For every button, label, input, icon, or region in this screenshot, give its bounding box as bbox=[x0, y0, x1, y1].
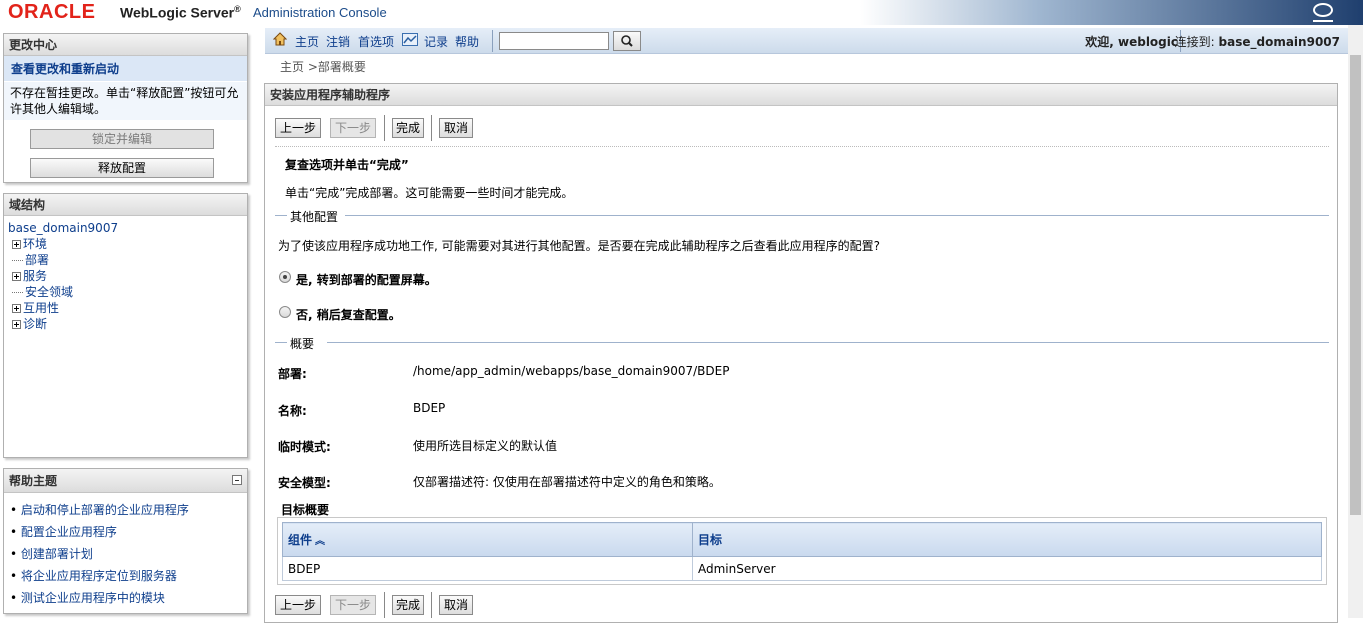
tree-node-deployments[interactable]: 部署 bbox=[8, 252, 243, 268]
radio-no-label[interactable]: 否, 稍后复查配置。 bbox=[296, 306, 401, 323]
button-separator bbox=[384, 115, 385, 141]
summary-value: /home/app_admin/webapps/base_domain9007/… bbox=[413, 364, 730, 378]
search-button[interactable] bbox=[613, 31, 641, 51]
preferences-link[interactable]: 首选项 bbox=[358, 33, 394, 50]
tree-node-security-realms[interactable]: 安全领域 bbox=[8, 284, 243, 300]
next-button[interactable]: 下一步 bbox=[330, 118, 376, 138]
finish-button-bottom[interactable]: 完成 bbox=[392, 595, 424, 615]
cancel-button-bottom[interactable]: 取消 bbox=[439, 595, 473, 615]
additional-config-question: 为了使该应用程序成功地工作, 可能需要对其进行其他配置。是否要在完成此辅助程序之… bbox=[278, 239, 881, 253]
summary-label: 部署: bbox=[278, 367, 307, 381]
help-topics-panel: 帮助主题 启动和停止部署的企业应用程序 配置企业应用程序 创建部署计划 将企业应… bbox=[3, 468, 248, 614]
help-link[interactable]: 帮助 bbox=[455, 33, 479, 50]
summary-value: 仅部署描述符: 仅使用在部署描述符中定义的角色和策略。 bbox=[413, 475, 721, 489]
expand-icon[interactable] bbox=[12, 272, 21, 281]
toolbar-separator bbox=[492, 30, 493, 52]
summary-value: 使用所选目标定义的默认值 bbox=[413, 439, 558, 453]
domain-structure-panel: 域结构 base_domain9007 环境 部署 服务 安全领域 互用性 诊断 bbox=[3, 193, 248, 458]
summary-label: 安全模型: bbox=[278, 476, 331, 490]
expand-icon[interactable] bbox=[12, 320, 21, 329]
change-center-title: 更改中心 bbox=[4, 34, 247, 56]
view-changes-link[interactable]: 查看更改和重新启动 bbox=[4, 56, 247, 82]
search-icon bbox=[621, 35, 633, 47]
collapse-icon[interactable] bbox=[232, 475, 242, 485]
tree-root-domain[interactable]: base_domain9007 bbox=[8, 220, 243, 236]
back-button-bottom[interactable]: 上一步 bbox=[275, 595, 321, 615]
tree-connector bbox=[12, 260, 23, 261]
summary-label: 临时模式: bbox=[278, 440, 331, 454]
target-summary-table-wrap: 组件 ︽ 目标 BDEP AdminServer bbox=[277, 517, 1327, 585]
help-topic-link[interactable]: 启动和停止部署的企业应用程序 bbox=[10, 499, 247, 521]
scrollbar-thumb[interactable] bbox=[1350, 55, 1361, 515]
change-center-message: 不存在暂挂更改。单击“释放配置”按钮可允许其他人编辑域。 bbox=[4, 82, 247, 120]
finish-button[interactable]: 完成 bbox=[392, 118, 424, 138]
help-topics-list: 启动和停止部署的企业应用程序 配置企业应用程序 创建部署计划 将企业应用程序定位… bbox=[4, 499, 247, 609]
domain-tree: base_domain9007 环境 部署 服务 安全领域 互用性 诊断 bbox=[4, 216, 247, 336]
help-topics-title: 帮助主题 bbox=[4, 469, 247, 493]
expand-icon[interactable] bbox=[12, 240, 21, 249]
tree-node-interoperability[interactable]: 互用性 bbox=[8, 300, 243, 316]
tree-connector bbox=[12, 292, 23, 293]
sort-ascending-icon[interactable]: ︽ bbox=[315, 532, 325, 547]
wizard-panel: 安装应用程序辅助程序 上一步 下一步 完成 取消 复查选项并单击“完成” 单击“… bbox=[264, 83, 1338, 623]
step-title: 复查选项并单击“完成” bbox=[285, 158, 409, 172]
next-button-bottom[interactable]: 下一步 bbox=[330, 595, 376, 615]
lock-and-edit-button[interactable]: 锁定并编辑 bbox=[30, 129, 214, 149]
summary-label: 名称: bbox=[278, 404, 307, 418]
target-summary-title: 目标概要 bbox=[281, 503, 330, 517]
help-topic-link[interactable]: 配置企业应用程序 bbox=[10, 521, 247, 543]
tree-node-environment[interactable]: 环境 bbox=[8, 236, 243, 252]
oracle-o-icon bbox=[1313, 3, 1333, 17]
breadcrumb[interactable]: 主页 >部署概要 bbox=[280, 58, 366, 75]
console-name: Administration Console bbox=[253, 5, 387, 20]
home-icon[interactable] bbox=[273, 32, 287, 46]
release-configuration-button[interactable]: 释放配置 bbox=[30, 158, 214, 178]
additional-config-heading: 其他配置 bbox=[275, 208, 1329, 225]
home-link[interactable]: 主页 bbox=[295, 33, 319, 50]
table-cell: AdminServer bbox=[692, 556, 1322, 581]
app-header: ORACLE WebLogic Server® Administration C… bbox=[0, 0, 1363, 25]
summary-value: BDEP bbox=[413, 401, 446, 415]
oracle-logo: ORACLE bbox=[8, 1, 96, 23]
expand-icon[interactable] bbox=[12, 304, 21, 313]
target-summary-table: 组件 ︽ 目标 BDEP AdminServer bbox=[282, 522, 1322, 581]
column-header-target[interactable]: 目标 bbox=[692, 522, 1322, 557]
welcome-text: 欢迎, weblogic bbox=[1085, 35, 1178, 49]
table-cell: BDEP bbox=[282, 556, 693, 581]
vertical-scrollbar[interactable] bbox=[1348, 25, 1363, 618]
back-button[interactable]: 上一步 bbox=[275, 118, 321, 138]
help-topic-link[interactable]: 测试企业应用程序中的模块 bbox=[10, 587, 247, 609]
divider bbox=[275, 146, 1329, 147]
button-separator bbox=[431, 115, 432, 141]
column-header-component[interactable]: 组件 ︽ bbox=[282, 522, 693, 557]
domain-structure-title: 域结构 bbox=[4, 194, 247, 216]
table-row: BDEP AdminServer bbox=[282, 556, 1322, 581]
oracle-o-icon-bar bbox=[1313, 20, 1333, 22]
button-separator bbox=[431, 592, 432, 618]
top-toolbar: 主页 注销 首选项 记录 帮助 欢迎, weblogic 连接到: base_d… bbox=[265, 28, 1348, 54]
button-separator bbox=[384, 592, 385, 618]
wizard-title: 安装应用程序辅助程序 bbox=[265, 84, 1337, 106]
tree-node-services[interactable]: 服务 bbox=[8, 268, 243, 284]
radio-no[interactable] bbox=[279, 306, 291, 318]
search-input[interactable] bbox=[499, 32, 609, 50]
logout-link[interactable]: 注销 bbox=[326, 33, 350, 50]
radio-yes-label[interactable]: 是, 转到部署的配置屏幕。 bbox=[296, 271, 437, 288]
record-icon[interactable] bbox=[402, 33, 418, 46]
summary-heading: 概要 bbox=[275, 335, 1329, 352]
radio-yes[interactable] bbox=[279, 271, 291, 283]
table-header-row: 组件 ︽ 目标 bbox=[282, 522, 1322, 557]
product-name: WebLogic Server® bbox=[120, 4, 241, 21]
help-topic-link[interactable]: 创建部署计划 bbox=[10, 543, 247, 565]
connected-to: 连接到: base_domain9007 bbox=[1174, 35, 1340, 49]
record-link[interactable]: 记录 bbox=[424, 33, 448, 50]
cancel-button[interactable]: 取消 bbox=[439, 118, 473, 138]
change-center-panel: 更改中心 查看更改和重新启动 不存在暂挂更改。单击“释放配置”按钮可允许其他人编… bbox=[3, 33, 248, 183]
help-topic-link[interactable]: 将企业应用程序定位到服务器 bbox=[10, 565, 247, 587]
step-description: 单击“完成”完成部署。这可能需要一些时间才能完成。 bbox=[285, 186, 574, 200]
tree-node-diagnostics[interactable]: 诊断 bbox=[8, 316, 243, 332]
